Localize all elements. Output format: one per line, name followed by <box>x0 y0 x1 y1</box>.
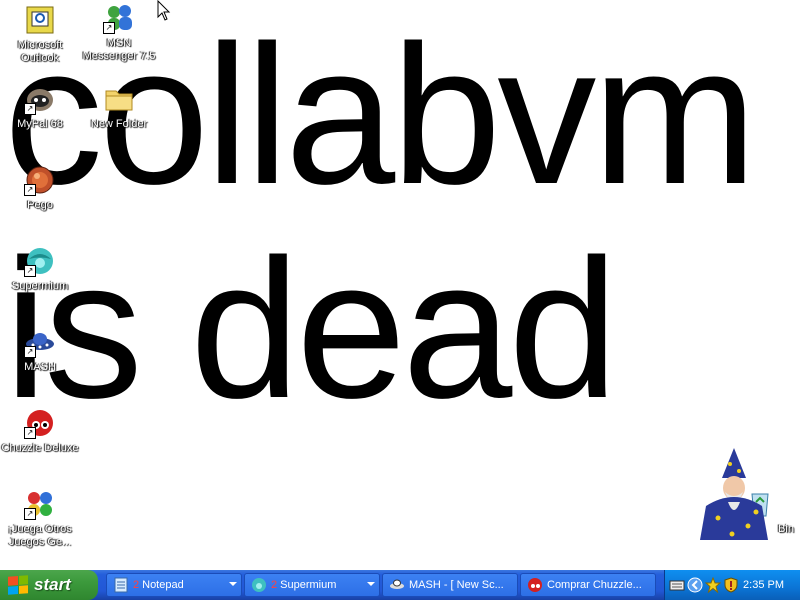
desktop-icon-label: Chuzzle Deluxe <box>1 442 79 454</box>
shortcut-arrow-icon: ↗ <box>24 184 36 196</box>
msn-messenger-icon: ↗ <box>103 2 135 34</box>
task-label: Supermium <box>280 579 337 591</box>
desktop-icon-chuzzle[interactable]: ↗ Chuzzle Deluxe <box>0 407 80 455</box>
desktop-icon-label: ¡Juega Otros Juegos Ge... <box>8 523 72 548</box>
desktop-icon-games[interactable]: ↗ ¡Juega Otros Juegos Ge... <box>0 488 80 549</box>
group-arrow-icon <box>367 582 375 586</box>
desktop-icon-mypal[interactable]: ↗ MyPal 68 <box>0 83 80 131</box>
folder-icon <box>103 83 135 115</box>
start-button[interactable]: start <box>0 570 98 600</box>
desktop-icon-label: Microsoft Outlook <box>17 39 63 64</box>
taskbar-button-mash[interactable]: MASH - [ New Sc... <box>382 573 518 597</box>
desktop-icon-label: New Folder <box>90 118 148 130</box>
chuzzle-icon <box>527 577 543 593</box>
star-icon[interactable] <box>704 576 722 594</box>
task-label: Comprar Chuzzle... <box>547 579 642 591</box>
task-label: MASH - [ New Sc... <box>409 579 504 591</box>
shortcut-arrow-icon: ↗ <box>24 265 36 277</box>
assistant-wizard[interactable] <box>692 446 774 542</box>
mash-icon: ↗ <box>24 326 56 358</box>
mouse-cursor-icon <box>157 0 173 22</box>
shortcut-arrow-icon: ↗ <box>24 103 36 115</box>
desktop-icon-pego[interactable]: ↗ Pego <box>0 164 80 212</box>
desktop-icon-new-folder[interactable]: New Folder <box>79 83 159 131</box>
system-tray: 2:35 PM <box>664 570 800 600</box>
supermium-icon <box>251 577 267 593</box>
shortcut-arrow-icon: ↗ <box>103 22 115 34</box>
desktop-icon-label: MyPal 68 <box>17 118 63 130</box>
desktop-icon-mash[interactable]: ↗ MASH <box>0 326 80 374</box>
clock[interactable]: 2:35 PM <box>743 579 784 591</box>
wizard-icon <box>700 448 768 540</box>
show-hidden-icons-button[interactable] <box>687 577 703 593</box>
shortcut-arrow-icon: ↗ <box>24 508 36 520</box>
keyboard-icon[interactable] <box>669 577 685 593</box>
desktop-icon-label: MASH <box>24 361 56 373</box>
taskbar-button-chuzzle[interactable]: Comprar Chuzzle... <box>520 573 656 597</box>
desktop-icon-label: MSN Messenger 7.5 <box>82 37 156 62</box>
notepad-icon <box>113 577 129 593</box>
desktop-icon-label: Supermium <box>11 280 69 292</box>
shortcut-arrow-icon: ↗ <box>24 427 36 439</box>
desktop: collabvm is dead Microsoft Outlook ↗ MSN… <box>0 0 800 570</box>
desktop-icon-supermium[interactable]: ↗ Supermium <box>0 245 80 293</box>
desktop-icon-outlook[interactable]: Microsoft Outlook <box>0 4 80 65</box>
shortcut-arrow-icon: ↗ <box>24 346 36 358</box>
desktop-icon-msn-messenger[interactable]: ↗ MSN Messenger 7.5 <box>79 2 159 63</box>
outlook-icon <box>24 4 56 36</box>
start-label: start <box>34 575 71 594</box>
task-count: 2 <box>133 579 140 591</box>
mash-icon <box>389 577 405 593</box>
group-arrow-icon <box>229 582 237 586</box>
mypal-icon: ↗ <box>24 83 56 115</box>
task-count: 2 <box>271 579 278 591</box>
wallpaper-line-2: is dead <box>4 218 618 439</box>
chuzzle-icon: ↗ <box>24 407 56 439</box>
supermium-icon: ↗ <box>24 245 56 277</box>
security-shield-icon[interactable] <box>723 577 739 593</box>
games-icon: ↗ <box>24 488 56 520</box>
taskbar: start 2 Notepad 2 Supermium MASH - [ New… <box>0 570 800 600</box>
windows-logo-icon <box>8 575 28 595</box>
pego-icon: ↗ <box>24 164 56 196</box>
taskbar-button-notepad[interactable]: 2 Notepad <box>106 573 242 597</box>
desktop-icon-label: Pego <box>27 199 53 211</box>
task-label: Notepad <box>142 579 184 591</box>
taskbar-button-supermium[interactable]: 2 Supermium <box>244 573 380 597</box>
